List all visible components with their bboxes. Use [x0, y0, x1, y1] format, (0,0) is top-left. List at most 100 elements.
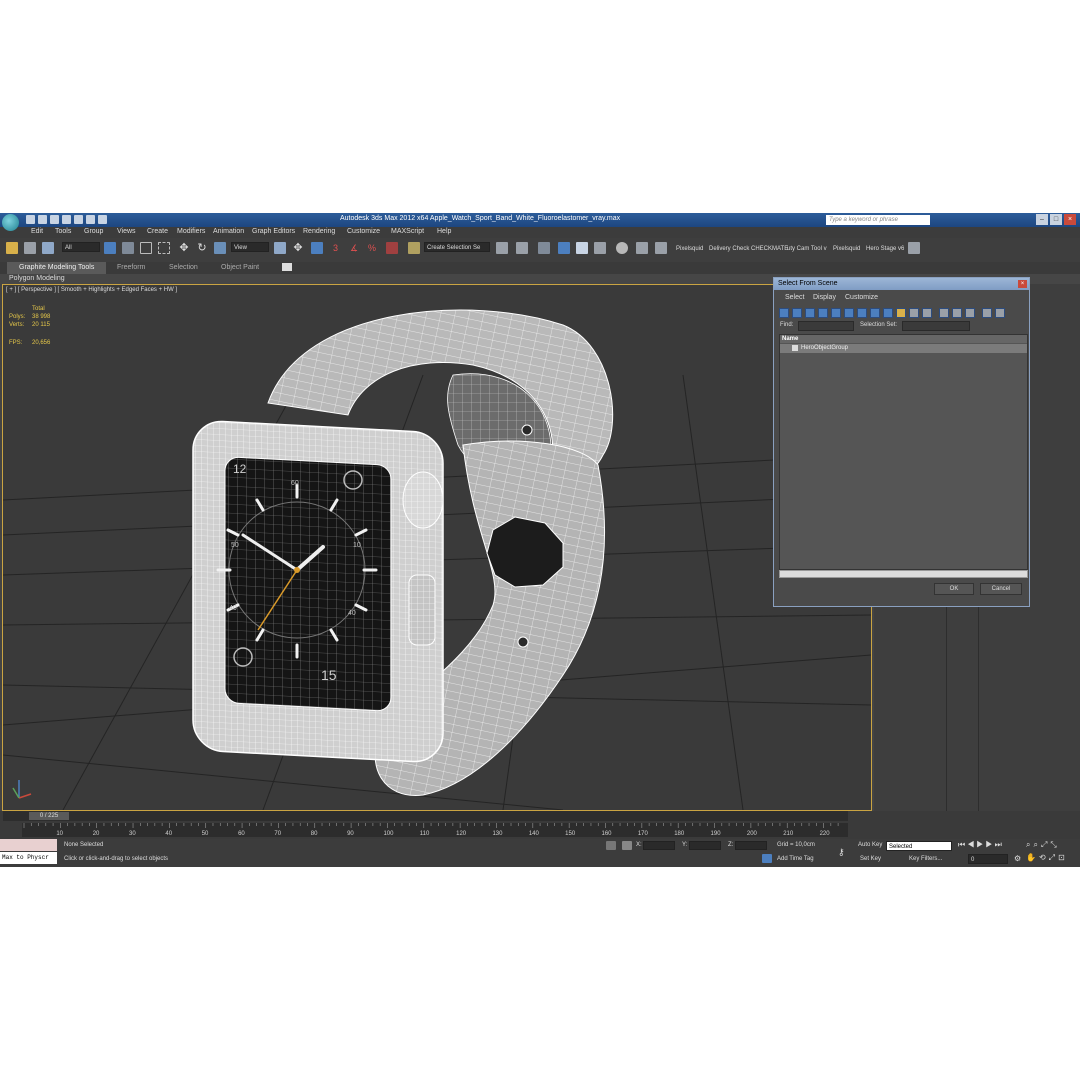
selection-set-dropdown[interactable]: [902, 321, 970, 331]
undo-icon[interactable]: [62, 215, 71, 224]
select-all-icon[interactable]: [939, 308, 949, 318]
menu-customize[interactable]: Customize: [347, 228, 380, 235]
save-file-icon[interactable]: [50, 215, 59, 224]
bind-space-warp-icon[interactable]: [42, 242, 54, 254]
window-crossing-icon[interactable]: [158, 242, 170, 254]
menu-views[interactable]: Views: [117, 228, 136, 235]
perspective-viewport[interactable]: 12 60 40 50 10 40 15 [ + ] [ Perspective…: [2, 284, 872, 811]
menu-animation[interactable]: Animation: [213, 228, 244, 235]
close-icon[interactable]: ×: [1064, 214, 1076, 225]
find-input[interactable]: [798, 321, 854, 331]
render-production-icon[interactable]: [655, 242, 667, 254]
tab-object-paint[interactable]: Object Paint: [221, 264, 259, 271]
filter-funnel-icon[interactable]: [995, 308, 1005, 318]
custom-tool-checkmate[interactable]: CHECKMATE: [751, 246, 788, 252]
menu-modifiers[interactable]: Modifiers: [177, 228, 205, 235]
ok-button[interactable]: OK: [934, 583, 974, 595]
menu-edit[interactable]: Edit: [31, 228, 43, 235]
maxscript-input[interactable]: Max to Physcr: [0, 852, 57, 864]
current-frame-field[interactable]: 0: [968, 854, 1008, 864]
dialog-menu-select[interactable]: Select: [785, 294, 804, 301]
move-icon[interactable]: ✥: [178, 242, 190, 254]
time-slider[interactable]: 0 / 225: [3, 811, 848, 821]
filter-geometry-icon[interactable]: [779, 308, 789, 318]
playback-controls[interactable]: ⏮◀▶▶⏭: [958, 840, 1004, 850]
hold-icon[interactable]: [86, 215, 95, 224]
filter-hidden-icon[interactable]: [922, 308, 932, 318]
reference-coordinate-dropdown[interactable]: View: [231, 242, 269, 252]
filter-containers-icon[interactable]: [896, 308, 906, 318]
select-and-manipulate-icon[interactable]: ✥: [292, 242, 304, 254]
viewport-label[interactable]: [ + ] [ Perspective ] [ Smooth + Highlig…: [6, 287, 177, 293]
schematic-view-icon[interactable]: [594, 242, 606, 254]
horizontal-scrollbar[interactable]: [779, 570, 1028, 578]
named-selection-set-dropdown[interactable]: Create Selection Se: [424, 242, 490, 252]
timeline-ruler[interactable]: 10 20 30 40 50 60 70 80 90 100 110 120 130 140 150 160 1…: [22, 823, 848, 837]
render-setup-icon[interactable]: [636, 242, 648, 254]
app-logo-icon[interactable]: [2, 214, 19, 231]
rectangular-selection-icon[interactable]: [140, 242, 152, 254]
new-file-icon[interactable]: [26, 215, 35, 224]
menu-group[interactable]: Group: [84, 228, 103, 235]
dialog-menu-customize[interactable]: Customize: [845, 294, 878, 301]
rotate-icon[interactable]: ↻: [196, 242, 208, 254]
unlink-icon[interactable]: [24, 242, 36, 254]
filter-frozen-icon[interactable]: [909, 308, 919, 318]
custom-tool-hero-stage[interactable]: Hero Stage v6: [866, 246, 904, 252]
viewport-orbit-controls[interactable]: ✋⟲⤢⊡: [1026, 853, 1068, 863]
key-mode-dropdown[interactable]: Selected: [886, 841, 952, 851]
snaps-toggle-icon[interactable]: 3: [333, 242, 345, 254]
scene-object-list[interactable]: Name HeroObjectGroup: [779, 334, 1028, 570]
cancel-button[interactable]: Cancel: [980, 583, 1022, 595]
dialog-menu-display[interactable]: Display: [813, 294, 836, 301]
set-key-button[interactable]: Set Key: [860, 856, 881, 862]
filter-bones-icon[interactable]: [883, 308, 893, 318]
help-search-input[interactable]: Type a keyword or phrase: [826, 215, 930, 225]
add-time-tag-button[interactable]: Add Time Tag: [777, 856, 814, 862]
material-editor-icon[interactable]: [616, 242, 628, 254]
time-slider-thumb[interactable]: 0 / 225: [29, 812, 69, 820]
teapot-icon[interactable]: [908, 242, 920, 254]
redo-icon[interactable]: [74, 215, 83, 224]
column-header-name[interactable]: Name: [780, 335, 1027, 343]
custom-tool-pixelsquid-2[interactable]: Pixelsquid: [833, 246, 860, 252]
spinner-snap-icon[interactable]: [386, 242, 398, 254]
tab-freeform[interactable]: Freeform: [117, 264, 145, 271]
filter-lights-icon[interactable]: [805, 308, 815, 318]
filter-xrefs-icon[interactable]: [870, 308, 880, 318]
maxscript-mini-listener[interactable]: [0, 839, 57, 851]
lock-selection-icon[interactable]: [606, 841, 616, 850]
filter-cameras-icon[interactable]: [818, 308, 828, 318]
maximize-icon[interactable]: □: [1050, 214, 1062, 225]
x-coordinate-field[interactable]: [643, 841, 675, 850]
menu-tools[interactable]: Tools: [55, 228, 71, 235]
curve-editor-icon[interactable]: [576, 242, 588, 254]
dialog-close-icon[interactable]: ×: [1018, 280, 1027, 288]
custom-tool-delivery-check[interactable]: Delivery Check: [709, 246, 749, 252]
list-item[interactable]: HeroObjectGroup: [780, 344, 1027, 353]
graphite-toggle-icon[interactable]: [558, 242, 570, 254]
select-and-link-icon[interactable]: [6, 242, 18, 254]
key-icon[interactable]: ⚷: [838, 847, 845, 858]
angle-snap-icon[interactable]: ∡: [350, 242, 362, 254]
select-object-icon[interactable]: [104, 242, 116, 254]
select-none-icon[interactable]: [952, 308, 962, 318]
menu-maxscript[interactable]: MAXScript: [391, 228, 424, 235]
custom-tool-pixelsquid[interactable]: Pixelsquid: [676, 246, 703, 252]
filter-shapes-icon[interactable]: [792, 308, 802, 318]
open-file-icon[interactable]: [38, 215, 47, 224]
menu-help[interactable]: Help: [437, 228, 451, 235]
select-invert-icon[interactable]: [965, 308, 975, 318]
time-configuration-icon[interactable]: ⚙: [1014, 854, 1021, 863]
minimize-icon[interactable]: –: [1036, 214, 1048, 225]
viewport-navigation-controls[interactable]: ⌕⌕⤢⤡: [1026, 840, 1060, 850]
menu-create[interactable]: Create: [147, 228, 168, 235]
key-filters-button[interactable]: Key Filters...: [909, 856, 942, 862]
y-coordinate-field[interactable]: [689, 841, 721, 850]
filter-groups-icon[interactable]: [857, 308, 867, 318]
polygon-modeling-panel[interactable]: Polygon Modeling: [9, 275, 65, 282]
selection-filter-dropdown[interactable]: All: [62, 242, 100, 252]
z-coordinate-field[interactable]: [735, 841, 767, 850]
auto-key-button[interactable]: Auto Key: [858, 842, 882, 848]
tab-selection[interactable]: Selection: [169, 264, 198, 271]
